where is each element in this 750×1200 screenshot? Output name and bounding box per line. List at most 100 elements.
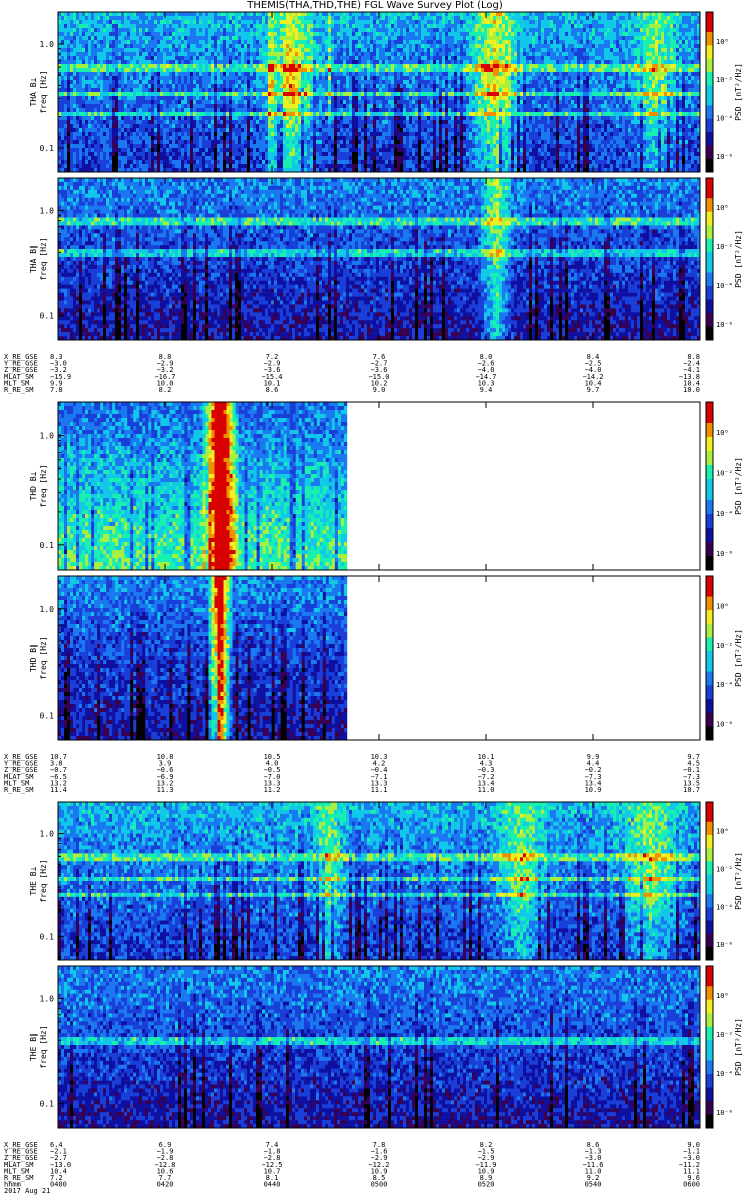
colorbar-segment <box>706 822 713 829</box>
colorbar-segment <box>706 590 713 597</box>
colorbar-segment <box>706 881 713 888</box>
colorbar-segment <box>706 1094 713 1101</box>
colorbar-segment <box>706 993 713 1000</box>
colorbar-segment <box>706 320 713 327</box>
colorbar-segment <box>706 1040 713 1047</box>
colorbar-segment <box>706 145 713 152</box>
colorbar-segment <box>706 19 713 26</box>
colorbar-tick-label: 10⁻⁴ <box>716 681 733 689</box>
ephem-value: 9.7 <box>587 386 600 394</box>
ephem-value: 9.0 <box>373 386 386 394</box>
colorbar-segment <box>706 986 713 993</box>
colorbar-segment <box>706 59 713 66</box>
colorbar-tick-label: 10⁰ <box>716 992 729 1000</box>
colorbar-segment <box>706 333 713 340</box>
panel-ylabel: THD B∥ <box>29 644 38 672</box>
colorbar-segment <box>706 430 713 438</box>
colorbar-segment <box>706 535 713 543</box>
freq-axis-label: freq [Hz] <box>39 636 48 679</box>
ephem-value: 8.6 <box>266 386 279 394</box>
ephem-value: 11.0 <box>478 786 495 794</box>
colorbar-label: PSD [nT²/Hz] <box>734 457 743 515</box>
colorbar-tick-label: 10⁻⁴ <box>716 282 733 290</box>
colorbar-segment <box>706 273 713 280</box>
colorbar-tick-label: 10⁻² <box>716 243 733 251</box>
colorbar-tick-label: 10⁰ <box>716 827 729 835</box>
colorbar-segment <box>706 638 713 645</box>
colorbar-segment <box>706 651 713 658</box>
colorbar-tick-label: 10⁻⁴ <box>716 1070 733 1078</box>
freq-tick-label: 0.1 <box>40 312 55 321</box>
colorbar-segment <box>706 286 713 293</box>
colorbar-tick-label: 10⁻⁴ <box>716 510 733 518</box>
colorbar-segment <box>706 246 713 253</box>
colorbar-segment <box>706 72 713 79</box>
spectrogram-tha-bl: 1.00.1THA B⊥ freq [Hz]10⁰10⁻²10⁻⁴10⁻⁶PSD … <box>29 12 743 173</box>
colorbar-tick-label: 10⁻⁶ <box>716 153 733 161</box>
colorbar-label: PSD [nT²/Hz] <box>734 1018 743 1076</box>
colorbar-tick-label: 10⁻⁶ <box>716 550 733 558</box>
colorbar-segment <box>706 644 713 651</box>
date-label: 2017 Aug 21 <box>4 1187 50 1195</box>
colorbar-tick-label: 10⁻⁶ <box>716 1109 733 1117</box>
panel-ylabel: THE B⊥ <box>29 866 38 895</box>
colorbar-segment <box>706 940 713 947</box>
colorbar-segment <box>706 132 713 139</box>
colorbar-tick-label: 10⁻⁶ <box>716 721 733 729</box>
colorbar-segment <box>706 665 713 672</box>
colorbar-segment <box>706 402 713 410</box>
colorbar-label: PSD [nT²/Hz] <box>734 63 743 121</box>
ephem-value: 0600 <box>683 1181 700 1189</box>
colorbar-segment <box>706 409 713 417</box>
colorbar-segment <box>706 25 713 32</box>
colorbar-segment <box>706 706 713 713</box>
colorbar-segment <box>706 451 713 459</box>
colorbar-segment <box>706 1121 713 1128</box>
colorbar-segment <box>706 726 713 733</box>
ephemeris-table: X_RE_GSE 8.3 8.8 7.2 7.6 8.0 8.4 8.8Y_RE_GSE −3.… <box>4 353 700 394</box>
ephem-value: 0520 <box>478 1181 495 1189</box>
wave-survey-plot: 1.00.1THA B⊥ freq [Hz]10⁰10⁻²10⁻⁴10⁻⁶PSD … <box>0 0 750 1200</box>
colorbar-segment <box>706 888 713 895</box>
ephem-value: 8.2 <box>159 386 172 394</box>
colorbar-segment <box>706 205 713 212</box>
colorbar-segment <box>706 966 713 973</box>
ephem-value: 11.4 <box>50 786 67 794</box>
colorbar-segment <box>706 444 713 452</box>
colorbar-segment <box>706 79 713 86</box>
colorbar-tick-label: 10⁻⁶ <box>716 321 733 329</box>
colorbar-segment <box>706 125 713 132</box>
colorbar-segment <box>706 306 713 313</box>
colorbar-segment <box>706 479 713 487</box>
colorbar-segment <box>706 809 713 816</box>
freq-tick-label: 0.1 <box>40 144 55 153</box>
spectrogram-thd-bii: 1.00.1THD B∥ freq [Hz]10⁰10⁻²10⁻⁴10⁻⁶PSD … <box>29 576 743 741</box>
colorbar-segment <box>706 472 713 480</box>
colorbar-segment <box>706 1054 713 1061</box>
colorbar-segment <box>706 597 713 604</box>
colorbar-label: PSD [nT²/Hz] <box>734 629 743 687</box>
panel-ylabel: THE B∥ <box>29 1033 38 1061</box>
colorbar-segment <box>706 842 713 849</box>
colorbar-segment <box>706 416 713 424</box>
freq-axis-label: freq [Hz] <box>39 859 48 902</box>
colorbar-segment <box>706 528 713 536</box>
colorbar-segment <box>706 713 713 720</box>
colorbar-segment <box>706 300 713 307</box>
colorbar-segment <box>706 828 713 835</box>
colorbar-segment <box>706 894 713 901</box>
panel-ylabel: THD B⊥ <box>29 471 38 500</box>
colorbar-segment <box>706 112 713 119</box>
colorbar-segment <box>706 907 713 914</box>
colorbar-segment <box>706 542 713 550</box>
colorbar-segment <box>706 733 713 740</box>
colorbar-segment <box>706 500 713 508</box>
freq-tick-label: 1.0 <box>40 432 55 441</box>
colorbar-segment <box>706 165 713 172</box>
colorbar-segment <box>706 198 713 205</box>
colorbar-segment <box>706 458 713 466</box>
ephem-value: 7.8 <box>50 386 63 394</box>
colorbar-segment <box>706 927 713 934</box>
colorbar-segment <box>706 815 713 822</box>
spectrogram-thd-bl: 1.00.1THD B⊥ freq [Hz]10⁰10⁻²10⁻⁴10⁻⁶PSD … <box>29 402 743 571</box>
